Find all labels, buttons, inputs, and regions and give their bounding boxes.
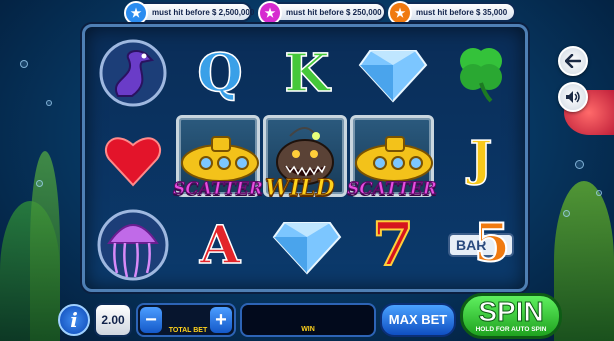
jellyfish-symbol	[93, 205, 173, 285]
total-bet-panel: − + TOTAL BET	[136, 303, 236, 337]
bar-five-symbol: BAR 5	[441, 205, 521, 285]
letter-j-symbol: J	[469, 130, 493, 188]
star-icon: ★	[388, 1, 412, 25]
star-icon: ★	[258, 1, 282, 25]
bet-per-line-value: 2.00	[94, 303, 132, 337]
win-label: WIN	[301, 326, 315, 333]
wild-label: WILD	[265, 175, 336, 202]
star-icon: ★	[124, 1, 148, 25]
reel-grid: Q K J SCATTER WILD SCATTER A 7 BAR 5	[82, 24, 528, 292]
info-button[interactable]: i	[58, 304, 90, 336]
scatter-label: SCATTER	[347, 179, 438, 200]
jackpot-grand-text: must hit before $ 2,500,000	[152, 7, 255, 17]
spin-button[interactable]: SPIN HOLD FOR AUTO SPIN	[460, 293, 562, 339]
jackpot-major: ★ must hit before $ 250,000	[258, 1, 386, 25]
back-button[interactable]	[558, 46, 588, 76]
clover-symbol	[441, 33, 521, 113]
speaker-icon	[566, 91, 580, 103]
seven-symbol: 7	[371, 209, 415, 281]
increase-bet-button[interactable]: +	[210, 307, 232, 333]
jackpot-major-text: must hit before $ 250,000	[286, 7, 382, 17]
letter-q-symbol: Q	[197, 42, 244, 105]
diamond-symbol	[267, 205, 347, 285]
letter-a-symbol: A	[199, 214, 241, 277]
heart-symbol	[93, 119, 173, 199]
diamond-symbol	[353, 33, 433, 113]
decrease-bet-button[interactable]: −	[140, 307, 162, 333]
letter-k-symbol: K	[284, 42, 331, 105]
win-display: WIN	[240, 303, 376, 337]
sound-button[interactable]	[558, 82, 588, 112]
max-bet-button[interactable]: MAX BET	[380, 303, 456, 337]
jackpot-minor-text: must hit before $ 35,000	[416, 7, 508, 17]
total-bet-label: TOTAL BET	[168, 327, 208, 334]
spin-label: SPIN	[478, 296, 544, 327]
jackpot-grand: ★ must hit before $ 2,500,000	[124, 1, 255, 25]
scatter-label: SCATTER	[173, 179, 264, 200]
jackpot-minor: ★ must hit before $ 35,000	[388, 1, 516, 25]
arrow-left-icon	[565, 54, 581, 68]
auto-spin-hint: HOLD FOR AUTO SPIN	[475, 326, 547, 333]
control-bar: i 2.00 − + TOTAL BET WIN MAX BET SPIN HO…	[0, 293, 614, 341]
eel-symbol	[93, 33, 173, 113]
